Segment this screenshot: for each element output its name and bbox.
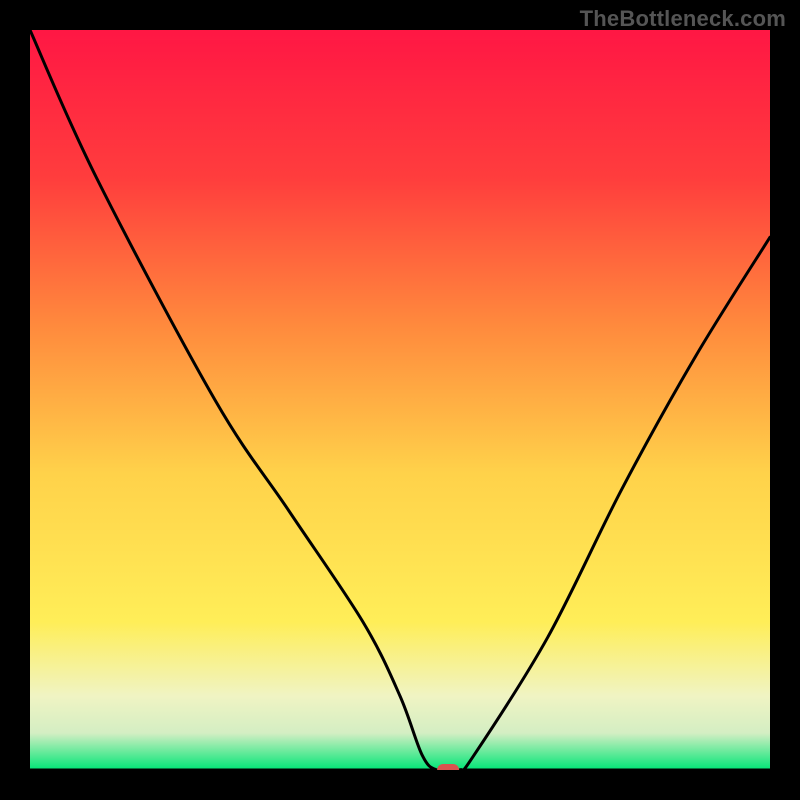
watermark-text: TheBottleneck.com: [580, 6, 786, 32]
gradient-background: [30, 30, 770, 770]
chart-frame: TheBottleneck.com: [0, 0, 800, 800]
optimum-marker: [437, 764, 459, 770]
chart-svg: [30, 30, 770, 770]
bottleneck-plot: [30, 30, 770, 770]
